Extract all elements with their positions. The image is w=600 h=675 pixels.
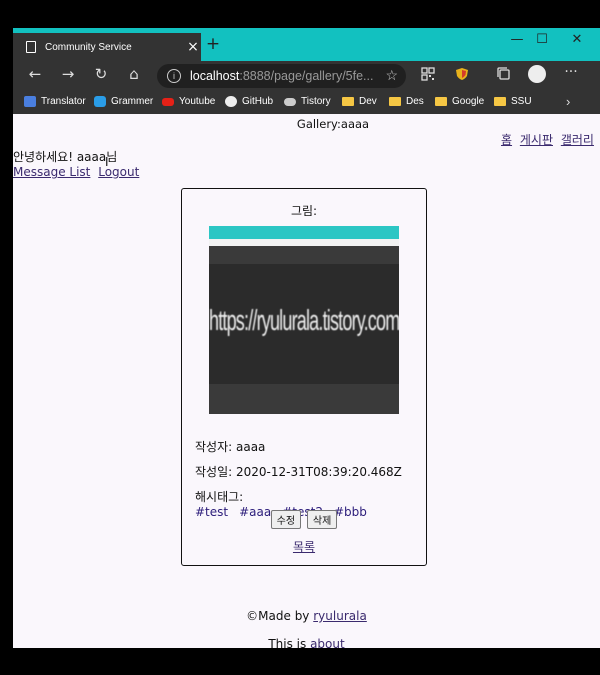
author-value: aaaa [236,440,266,454]
back-icon[interactable]: ← [24,65,46,83]
new-tab-icon[interactable]: + [205,34,221,54]
back-to-list-link[interactable]: 목록 [182,538,426,555]
grammer-icon [94,96,106,107]
date-row: 작성일: 2020-12-31T08:39:20.468Z [195,463,402,480]
bookmark-label: Dev [359,96,377,107]
action-buttons: 수정 삭제 [182,510,426,529]
nav-gallery-link[interactable]: 갤러리 [561,133,594,147]
folder-icon [389,97,401,106]
home-icon[interactable]: ⌂ [123,65,145,83]
translator-icon [24,96,36,107]
cloud-icon [284,97,296,106]
bookmark-youtube[interactable]: Youtube [162,96,215,107]
address-bar[interactable]: i localhost:8888/page/gallery/5fe... ☆ [157,64,406,88]
browser-toolbar: ← → ↻ ⌂ i localhost:8888/page/gallery/5f… [13,61,600,92]
refresh-icon[interactable]: ↻ [90,65,112,83]
about-link[interactable]: about [310,637,345,648]
user-links: Message List Logout [13,165,143,179]
page-content: Gallery:aaaa 홈 게시판 갤러리 안녕하세요! aaaa님 I Me… [13,114,600,648]
author-link[interactable]: ryulurala [313,609,367,623]
bookmark-label: Tistory [301,96,331,107]
folder-icon [494,97,506,106]
bookmark-label: GitHub [242,96,274,107]
this-is-text: This is [268,637,307,648]
maximize-icon[interactable]: ☐ [525,32,559,47]
bookmark-label: SSU [511,96,532,107]
bookmark-tistory[interactable]: Tistory [284,96,331,107]
delete-button[interactable]: 삭제 [306,510,338,529]
greeting-text: 안녕하세요! aaaa님 [13,150,118,164]
profile-avatar[interactable] [528,65,546,83]
bookmark-folder-des[interactable]: Des [389,96,424,107]
bookmark-github[interactable]: GitHub [225,96,273,107]
bookmark-folder-dev[interactable]: Dev [342,96,377,107]
bookmark-label: Youtube [179,96,216,107]
author-label: 작성자: [195,440,233,454]
page-icon [26,41,36,53]
logout-link[interactable]: Logout [98,165,139,179]
footer-about: This is about [13,637,600,648]
folder-icon [342,97,354,106]
tab-title: Community Service [45,41,132,53]
bookmark-label: Translator [41,96,86,107]
bookmarks-bar: Translator Grammer Youtube GitHub Tistor… [13,92,600,114]
info-icon[interactable]: i [167,69,181,83]
chevron-right-icon[interactable]: › [566,94,570,109]
image-text: https://ryulurala.tistory.com [209,304,399,337]
github-icon [225,96,237,107]
gallery-card: 그림: https://ryulurala.tistory.com 작성자: a… [181,188,427,566]
shield-extension-icon[interactable] [455,67,469,81]
url-host: localhost [190,69,240,83]
forward-icon[interactable]: → [57,65,79,83]
bookmark-folder-google[interactable]: Google [435,96,484,107]
bookmark-label: Grammer [111,96,154,107]
youtube-icon [162,97,174,106]
title-bar: Community Service × + — ☐ ✕ [13,28,600,61]
gallery-image: https://ryulurala.tistory.com [209,226,399,414]
top-nav: 홈 게시판 갤러리 [501,131,598,148]
tags-label: 해시태그: [195,490,244,504]
favorite-star-icon[interactable]: ☆ [385,67,398,84]
more-menu-icon[interactable]: ··· [561,64,581,80]
bookmark-translator[interactable]: Translator [24,96,86,107]
bookmark-label: Des [406,96,424,107]
image-label: 그림: [290,204,318,218]
footer-credit: ©Made by ryulurala [13,609,600,623]
qr-code-icon[interactable] [421,67,435,81]
collections-icon[interactable] [497,67,511,81]
nav-home-link[interactable]: 홈 [501,133,512,147]
bookmark-label: Google [452,96,485,107]
edit-button[interactable]: 수정 [270,510,302,529]
message-list-link[interactable]: Message List [13,165,90,179]
date-label: 작성일: [195,465,233,479]
url-path: :8888/page/gallery/5fe... [239,69,374,83]
bookmark-grammer[interactable]: Grammer [94,96,153,107]
browser-window: Community Service × + — ☐ ✕ ← → ↻ ⌂ i lo… [13,28,600,648]
bookmark-folder-ssu[interactable]: SSU [494,96,532,107]
close-window-icon[interactable]: ✕ [560,32,594,47]
author-row: 작성자: aaaa [195,438,265,455]
date-value: 2020-12-31T08:39:20.468Z [236,465,402,479]
nav-board-link[interactable]: 게시판 [520,133,553,147]
close-tab-icon[interactable]: × [185,39,201,55]
browser-tab[interactable]: Community Service × [13,33,201,61]
folder-icon [435,97,447,106]
made-by-text: ©Made by [246,609,310,623]
page-title: Gallery:aaaa [296,117,370,131]
